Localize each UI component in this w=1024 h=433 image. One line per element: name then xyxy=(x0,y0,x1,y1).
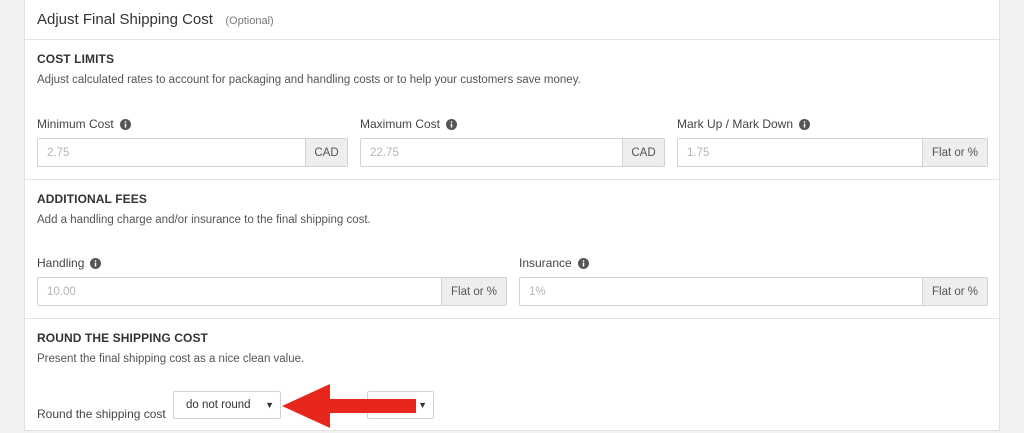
cost-limits-section: COST LIMITS Adjust calculated rates to a… xyxy=(25,39,999,179)
markup-type-addon: Flat or % xyxy=(922,139,987,166)
red-arrow-annotation xyxy=(282,384,416,428)
round-mode-value: do not round xyxy=(186,399,251,411)
handling-input[interactable] xyxy=(38,278,441,305)
info-icon[interactable] xyxy=(446,118,458,130)
insurance-input[interactable] xyxy=(520,278,922,305)
additional-fees-description: Add a handling charge and/or insurance t… xyxy=(37,214,371,226)
markup-group: Flat or % xyxy=(677,138,988,167)
info-icon[interactable] xyxy=(799,118,811,130)
additional-fees-section: ADDITIONAL FEES Add a handling charge an… xyxy=(25,179,999,318)
rounding-description: Present the final shipping cost as a nic… xyxy=(37,353,305,365)
rounding-title: ROUND THE SHIPPING COST xyxy=(37,331,208,345)
cost-limits-description: Adjust calculated rates to account for p… xyxy=(37,74,581,86)
markup-input[interactable] xyxy=(678,139,922,166)
round-mode-select[interactable]: do not round ▼ xyxy=(173,391,281,419)
maximum-cost-input[interactable] xyxy=(361,139,622,166)
adjust-shipping-panel: Adjust Final Shipping Cost (Optional) CO… xyxy=(24,0,1000,431)
minimum-cost-currency: CAD xyxy=(305,139,347,166)
panel-title: Adjust Final Shipping Cost xyxy=(37,11,213,28)
info-icon[interactable] xyxy=(577,257,589,269)
cost-limits-title: COST LIMITS xyxy=(37,52,115,66)
optional-tag: (Optional) xyxy=(225,15,274,27)
round-shipping-label: Round the shipping cost xyxy=(37,407,166,421)
handling-group: Flat or % xyxy=(37,277,507,306)
insurance-type-addon: Flat or % xyxy=(922,278,987,305)
maximum-cost-label: Maximum Cost xyxy=(360,117,458,131)
additional-fees-title: ADDITIONAL FEES xyxy=(37,192,147,206)
insurance-group: Flat or % xyxy=(519,277,988,306)
maximum-cost-group: CAD xyxy=(360,138,665,167)
handling-type-addon: Flat or % xyxy=(441,278,506,305)
minimum-cost-input[interactable] xyxy=(38,139,305,166)
info-icon[interactable] xyxy=(119,118,131,130)
minimum-cost-label: Minimum Cost xyxy=(37,117,131,131)
rounding-section: ROUND THE SHIPPING COST Present the fina… xyxy=(25,318,999,431)
info-icon[interactable] xyxy=(90,257,102,269)
maximum-cost-currency: CAD xyxy=(622,139,664,166)
panel-header: Adjust Final Shipping Cost (Optional) xyxy=(37,11,274,29)
minimum-cost-group: CAD xyxy=(37,138,348,167)
insurance-label: Insurance xyxy=(519,256,589,270)
handling-label: Handling xyxy=(37,256,102,270)
chevron-down-icon: ▼ xyxy=(418,400,427,410)
markup-label: Mark Up / Mark Down xyxy=(677,117,811,131)
chevron-down-icon: ▼ xyxy=(265,400,274,410)
